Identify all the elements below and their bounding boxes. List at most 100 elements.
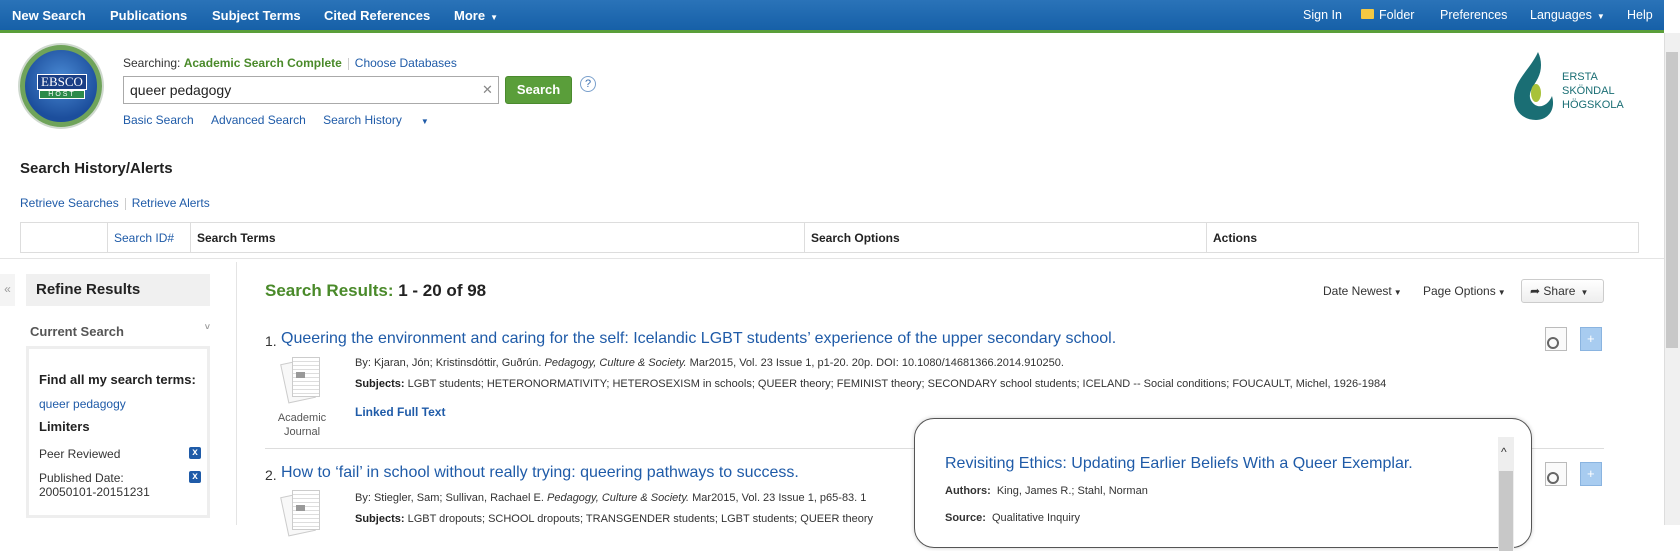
nav-cited-references[interactable]: Cited References: [324, 8, 430, 23]
popup-title-link[interactable]: Revisiting Ethics: Updating Earlier Beli…: [945, 455, 1413, 473]
subjects-label: Subjects:: [355, 513, 405, 525]
choose-databases-link[interactable]: Choose Databases: [355, 56, 457, 70]
page-options-dropdown[interactable]: Page Options ▼: [1423, 284, 1506, 298]
limiter-peer-reviewed: Peer Reviewed: [39, 447, 121, 461]
caret-down-icon: ▼: [1393, 288, 1402, 297]
divider: [236, 262, 237, 525]
caret-down-icon: ▼: [420, 117, 429, 126]
results-label: Search Results:: [265, 281, 394, 300]
page-scrollbar-thumb[interactable]: [1666, 52, 1678, 348]
search-input[interactable]: [123, 76, 499, 104]
nav-more-label: More: [454, 8, 486, 23]
caret-down-icon: ▼: [490, 13, 498, 22]
collapse-sidebar-button[interactable]: «: [0, 274, 15, 306]
col-search-options: Search Options: [805, 223, 1207, 252]
nav-folder-label: Folder: [1379, 8, 1415, 22]
basic-search-link[interactable]: Basic Search: [123, 113, 194, 127]
retrieve-links: Retrieve Searches Retrieve Alerts: [20, 196, 210, 210]
nav-more[interactable]: More ▼: [454, 8, 498, 23]
subjects-label: Subjects:: [355, 378, 405, 390]
linked-full-text-link[interactable]: Linked Full Text: [355, 405, 445, 419]
add-to-folder-icon[interactable]: [1580, 462, 1602, 486]
nav-sign-in[interactable]: Sign In: [1303, 8, 1342, 22]
result-byline: By: Kjaran, Jón; Kristinsdóttir, Guðrún.…: [355, 357, 1064, 369]
share-label: Share: [1543, 284, 1576, 298]
popup-authors: Authors: King, James R.; Stahl, Norman: [945, 485, 1148, 497]
nav-preferences[interactable]: Preferences: [1440, 8, 1507, 22]
retrieve-alerts-link[interactable]: Retrieve Alerts: [132, 196, 210, 210]
top-nav-bar: New Search Publications Subject Terms Ci…: [0, 0, 1664, 33]
result-details: Mar2015, Vol. 23 Issue 1, p1-20. 20p. DO…: [689, 357, 1064, 369]
result-authors: By: Kjaran, Jón; Kristinsdóttir, Guðrún.: [355, 357, 542, 369]
help-icon[interactable]: ?: [580, 76, 596, 92]
popup-scrollbar-thumb[interactable]: [1499, 471, 1513, 551]
scroll-up-icon[interactable]: ^: [1501, 445, 1507, 459]
col-select: [21, 223, 108, 252]
caret-down-icon: ▼: [1497, 288, 1506, 297]
limiter-published-date: Published Date: 20050101-20151231: [39, 471, 150, 499]
preview-magnifier-icon[interactable]: [1545, 327, 1567, 351]
remove-limiter-icon[interactable]: x: [189, 471, 201, 483]
search-button[interactable]: Search: [505, 76, 572, 104]
divider: [124, 197, 126, 210]
popup-source: Source: Qualitative Inquiry: [945, 512, 1080, 524]
divider: [347, 57, 349, 70]
nav-publications[interactable]: Publications: [110, 8, 187, 23]
nav-help[interactable]: Help: [1627, 8, 1653, 22]
limiter-value: 20050101-20151231: [39, 485, 150, 499]
current-search-box: Find all my search terms: queer pedagogy…: [26, 346, 210, 518]
searching-label: Searching:: [123, 56, 181, 70]
nav-languages-label: Languages: [1530, 8, 1592, 22]
find-all-label: Find all my search terms:: [39, 372, 196, 387]
source-value: Qualitative Inquiry: [991, 512, 1081, 524]
result-details: Mar2015, Vol. 23 Issue 1, p65-83. 1: [692, 492, 867, 504]
chevron-down-icon: ˅: [204, 322, 210, 332]
popup-scrollbar[interactable]: ^: [1498, 437, 1514, 551]
logo-subtext: HOST: [39, 90, 85, 99]
advanced-search-link[interactable]: Advanced Search: [211, 113, 306, 127]
clear-search-icon[interactable]: ✕: [482, 82, 493, 98]
searching-databases: Searching: Academic Search Complete Choos…: [123, 56, 457, 70]
current-search-label: Current Search: [30, 324, 124, 339]
retrieve-searches-link[interactable]: Retrieve Searches: [20, 196, 119, 210]
database-name: Academic Search Complete: [183, 56, 342, 70]
current-search-toggle[interactable]: Current Search ˅: [30, 322, 210, 339]
authors-label: Authors:: [945, 485, 991, 497]
academic-journal-icon[interactable]: [278, 490, 324, 538]
nav-new-search[interactable]: New Search: [12, 8, 86, 23]
result-journal: Pedagogy, Culture & Society.: [544, 357, 687, 369]
result-title-link[interactable]: Queering the environment and caring for …: [281, 330, 1116, 348]
sort-dropdown[interactable]: Date Newest ▼: [1323, 284, 1402, 298]
logo-text: EBSCO: [37, 74, 87, 90]
result-authors: By: Stiegler, Sam; Sullivan, Rachael E.: [355, 492, 544, 504]
svg-text:SKÖNDAL: SKÖNDAL: [1562, 85, 1615, 97]
search-history-link[interactable]: Search History ▼: [323, 113, 443, 127]
nav-folder[interactable]: Folder: [1361, 8, 1414, 22]
subjects-list: LGBT students; HETERONORMATIVITY; HETERO…: [407, 378, 1387, 390]
academic-journal-icon[interactable]: [278, 357, 324, 405]
results-range: 1 - 20 of 98: [398, 281, 487, 300]
nav-subject-terms[interactable]: Subject Terms: [212, 8, 301, 23]
svg-text:ERSTA: ERSTA: [1562, 71, 1599, 83]
ebsco-host-logo[interactable]: EBSCO HOST: [20, 45, 102, 127]
caret-down-icon: ▼: [1596, 12, 1605, 21]
add-to-folder-icon[interactable]: [1580, 327, 1602, 351]
nav-languages[interactable]: Languages ▼: [1530, 8, 1605, 22]
sort-label: Date Newest: [1323, 284, 1392, 298]
search-mode-links: Basic Search Advanced Search Search Hist…: [123, 113, 443, 127]
ersta-skondal-hogskola-logo: ERSTA SKÖNDAL HÖGSKOLA: [1514, 52, 1624, 120]
preview-magnifier-icon[interactable]: [1545, 462, 1567, 486]
search-results-title: Search Results: 1 - 20 of 98: [265, 281, 486, 301]
result-subjects: Subjects: LGBT students; HETERONORMATIVI…: [355, 378, 1386, 390]
result-number: 2.: [265, 467, 277, 483]
search-history-table-header: Search ID# Search Terms Search Options A…: [20, 222, 1639, 253]
col-search-id[interactable]: Search ID#: [108, 223, 191, 252]
share-button[interactable]: ➦ Share ▼: [1521, 279, 1604, 303]
remove-limiter-icon[interactable]: x: [189, 447, 201, 459]
result-title-link[interactable]: How to ‘fail’ in school without really t…: [281, 464, 799, 482]
result-subjects: Subjects: LGBT dropouts; SCHOOL dropouts…: [355, 513, 873, 525]
current-query-link[interactable]: queer pedagogy: [39, 397, 126, 411]
search-history-label: Search History: [323, 113, 402, 127]
preview-popup: Revisiting Ethics: Updating Earlier Beli…: [914, 418, 1532, 551]
share-icon: ➦: [1530, 284, 1541, 298]
